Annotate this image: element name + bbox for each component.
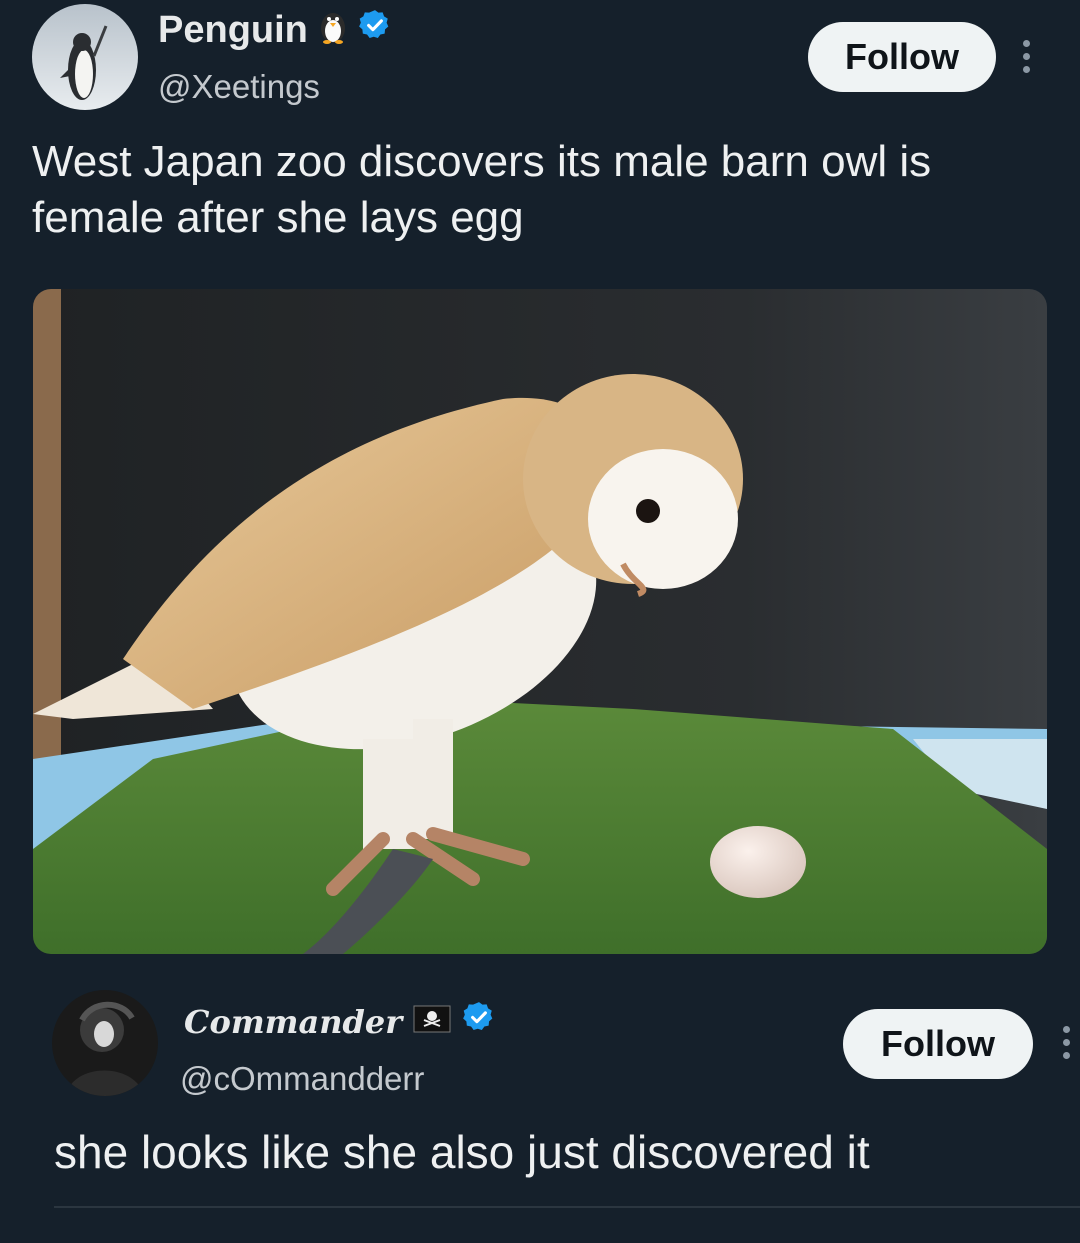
author-name[interactable]: Penguin (158, 9, 308, 52)
reply-author-handle[interactable]: @cOmmandderr (180, 1060, 424, 1098)
post-image[interactable] (33, 289, 1047, 954)
penguin-avatar-image (32, 4, 138, 110)
author-avatar[interactable] (32, 4, 138, 110)
reply-author-name-row[interactable]: Commander (184, 1000, 496, 1044)
post-text: West Japan zoo discovers its male barn o… (32, 137, 932, 242)
commander-avatar-image (52, 990, 158, 1096)
follow-button[interactable]: Follow (808, 22, 996, 92)
penguin-emoji-icon (318, 6, 348, 54)
author-handle[interactable]: @Xeetings (158, 68, 320, 106)
verified-badge-icon (358, 8, 392, 52)
reply-more-options-icon[interactable] (1058, 1026, 1074, 1062)
reply-author-name[interactable]: Commander (184, 1003, 402, 1041)
divider (54, 1206, 1080, 1208)
reply-follow-button[interactable]: Follow (843, 1009, 1033, 1079)
reply-text: she looks like she also just discovered … (54, 1126, 870, 1178)
author-name-row[interactable]: Penguin (158, 6, 392, 54)
pirate-flag-icon (412, 1001, 452, 1044)
barn-owl-photo (33, 289, 1047, 954)
verified-badge-icon (462, 1000, 496, 1044)
more-options-icon[interactable] (1018, 40, 1034, 76)
reply-author-avatar[interactable] (52, 990, 158, 1096)
